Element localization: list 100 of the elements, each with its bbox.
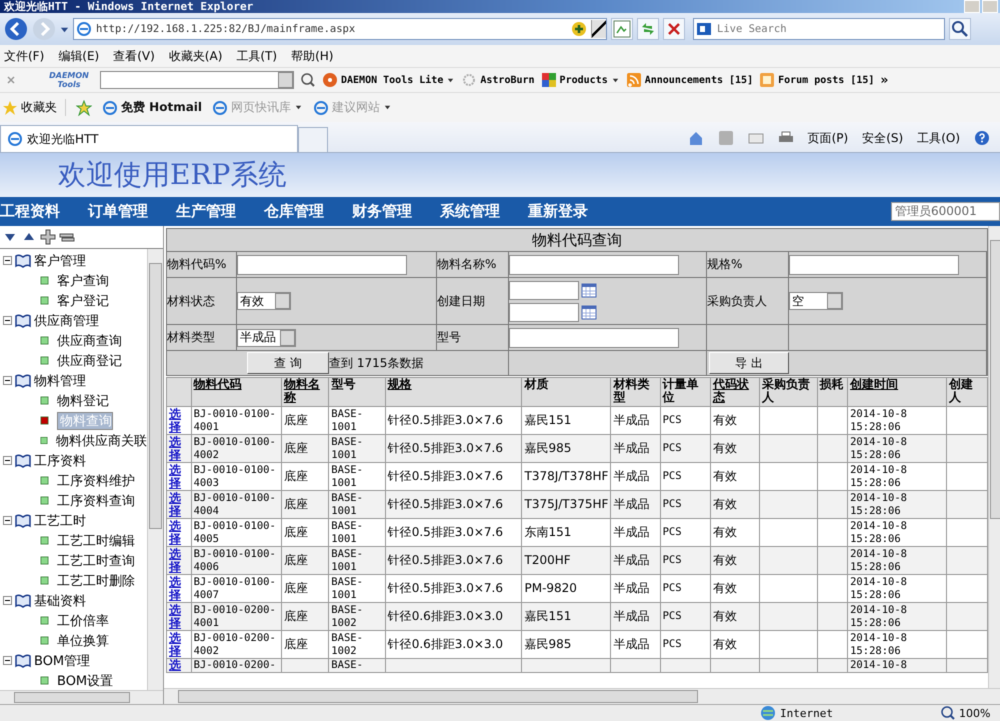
calendar-icon[interactable]	[581, 282, 597, 298]
search-field[interactable]: Live Search	[693, 18, 945, 40]
table-cell: BASE-1001	[331, 576, 363, 600]
address-field[interactable]: http://192.168.1.225:82/BJ/mainframe.aspx	[73, 18, 607, 40]
tree-item[interactable]: 物料登记	[57, 392, 109, 410]
close-icon[interactable]	[663, 18, 685, 40]
toolbar-item[interactable]: Products	[540, 72, 620, 88]
toolbar-search-field[interactable]	[100, 71, 294, 89]
menu-item[interactable]: 工具(T)	[236, 48, 278, 64]
menu-item[interactable]: 编辑(E)	[58, 48, 100, 64]
collapse-icon[interactable]	[3, 456, 12, 466]
column-header: 损耗	[820, 378, 845, 391]
collapse-icon[interactable]	[3, 656, 12, 666]
table-cell: PCS	[662, 414, 682, 426]
date-field[interactable]	[509, 302, 579, 322]
close-icon[interactable]	[6, 75, 16, 85]
toolbar-item[interactable]: AstroBurn	[461, 72, 535, 88]
caret-icon	[383, 103, 392, 112]
compatibility-icon[interactable]	[611, 18, 633, 40]
nav-link[interactable]: 订单管理	[88, 202, 148, 221]
nav-link[interactable]: 财务管理	[352, 202, 412, 221]
text-field[interactable]	[509, 328, 679, 348]
more-button[interactable]: »	[880, 72, 888, 88]
menu-item[interactable]: 帮助(H)	[291, 48, 334, 64]
tree-item[interactable]: 供应商查询	[57, 332, 122, 350]
table-cell: PCS	[662, 526, 682, 538]
nav-link[interactable]: 系统管理	[440, 202, 500, 221]
collapse-icon[interactable]	[3, 516, 12, 526]
tree-item[interactable]: 客户登记	[57, 292, 109, 310]
browser-tab[interactable]: 欢迎光临HTT	[0, 125, 298, 152]
favorites-button[interactable]: 收藏夹	[2, 99, 66, 116]
zoom-control[interactable]: 100%	[940, 705, 1000, 721]
search-button[interactable]: 查 询	[247, 352, 329, 374]
tree-item[interactable]: 单位换算	[57, 632, 109, 650]
collapse-icon[interactable]	[3, 596, 12, 606]
tree-group-label[interactable]: 工艺工时	[34, 512, 86, 530]
expand-icon[interactable]	[40, 228, 56, 245]
table-cell: BASE-1002	[331, 632, 363, 656]
scrollbar[interactable]	[164, 688, 1000, 704]
command-menu[interactable]: 安全(S)	[862, 130, 904, 146]
tree-item[interactable]: 工艺工时查询	[57, 552, 135, 570]
tree-group-label[interactable]: 工序资料	[34, 452, 86, 470]
text-field[interactable]	[509, 254, 679, 274]
text-field[interactable]	[237, 254, 407, 274]
refresh-icon[interactable]	[637, 18, 659, 40]
user-select[interactable]: 管理员600001	[891, 202, 1000, 221]
tree-group-label[interactable]: 客户管理	[34, 252, 86, 270]
menu-item[interactable]: 查看(V)	[113, 48, 155, 64]
select-field[interactable]: 空	[789, 292, 843, 310]
scrollbar[interactable]	[0, 690, 163, 704]
tree-group-label[interactable]: 供应商管理	[34, 312, 99, 330]
tree-group-label[interactable]: 物料管理	[34, 372, 86, 390]
nav-link[interactable]: 工程资料	[0, 202, 60, 221]
tree-item[interactable]: 工序资料查询	[57, 492, 135, 510]
tree-item[interactable]: 供应商登记	[57, 352, 122, 370]
scrollbar[interactable]	[147, 248, 163, 690]
text-field[interactable]	[789, 254, 959, 274]
export-button[interactable]: 导 出	[709, 352, 789, 374]
tree-item[interactable]: 工艺工时删除	[57, 572, 135, 590]
table-cell: PCS	[662, 610, 682, 622]
calendar-icon[interactable]	[581, 304, 597, 320]
toolbar-item[interactable]: Announcements [15]	[626, 72, 754, 88]
table-cell: T375J/T375HF	[524, 497, 608, 511]
scrollbar[interactable]	[988, 226, 1000, 688]
tree-item[interactable]: 客户查询	[57, 272, 109, 290]
select-field[interactable]: 半成品	[237, 328, 296, 346]
menu-item[interactable]: 收藏夹(A)	[168, 48, 222, 64]
tree-group-label[interactable]: 基础资料	[34, 592, 86, 610]
command-menu[interactable]: 工具(O)	[917, 130, 960, 146]
collapse-icon[interactable]	[3, 256, 12, 266]
table-cell: BJ-0010-0100-4005	[194, 520, 276, 544]
date-field[interactable]	[509, 280, 579, 300]
favorite-link[interactable]: 免费 Hotmail	[102, 99, 202, 116]
collapse-icon[interactable]	[3, 316, 12, 326]
nav-link[interactable]: 生产管理	[176, 202, 236, 221]
help-icon[interactable]	[974, 130, 990, 146]
nav-link[interactable]: 仓库管理	[264, 202, 324, 221]
menu-item[interactable]: 文件(F)	[4, 48, 44, 64]
home-icon[interactable]	[688, 130, 704, 146]
add-icon[interactable]	[571, 21, 587, 37]
tree-item[interactable]: BOM设置	[57, 672, 114, 690]
tree-item[interactable]: 工价倍率	[57, 612, 109, 630]
tree-item[interactable]: 工艺工时编辑	[57, 532, 135, 550]
tree-item[interactable]: 工序资料维护	[57, 472, 135, 490]
table-cell: 有效	[712, 553, 737, 567]
search-icon[interactable]	[949, 18, 971, 40]
table-cell: BASE-1001	[331, 436, 363, 460]
select-field[interactable]: 有效	[237, 292, 291, 310]
tree-item[interactable]: 物料供应商关联	[56, 432, 147, 450]
back-button[interactable]	[4, 17, 28, 41]
nav-link[interactable]: 重新登录	[528, 202, 588, 221]
toolbar-item[interactable]: DAEMON Tools Lite	[322, 72, 456, 88]
caret-icon[interactable]	[60, 24, 69, 34]
toolbar-item[interactable]: Forum posts [15]	[759, 72, 874, 88]
tree-group-label[interactable]: BOM管理	[34, 652, 90, 670]
table-cell: 底座	[284, 497, 308, 511]
add-favorite-icon[interactable]	[76, 100, 92, 116]
command-menu[interactable]: 页面(P)	[808, 130, 848, 146]
search-icon[interactable]	[300, 72, 316, 88]
collapse-icon[interactable]	[3, 376, 12, 386]
